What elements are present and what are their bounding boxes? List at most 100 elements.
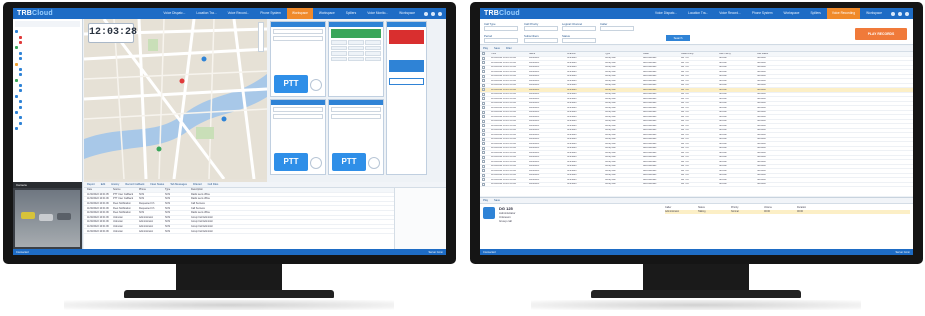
filter-input[interactable] — [484, 38, 518, 43]
filter-input[interactable] — [524, 26, 558, 31]
row-checkbox[interactable] — [482, 164, 485, 168]
nav-tab[interactable]: Workspace — [861, 8, 887, 19]
bell-icon[interactable] — [431, 11, 435, 16]
camera-feed-image[interactable] — [15, 190, 80, 247]
log-tool-button[interactable]: Cell Files — [208, 183, 219, 186]
volume-icon[interactable] — [310, 157, 322, 169]
call-tabs[interactable] — [389, 78, 424, 85]
log-tool-button[interactable]: Fleet Status — [150, 183, 164, 186]
log-tool-button[interactable]: Filtered — [193, 183, 202, 186]
filter-input[interactable] — [562, 26, 596, 31]
row-checkbox[interactable] — [482, 173, 485, 177]
map-view[interactable]: 12:03:28 — [84, 19, 267, 182]
row-checkbox[interactable] — [482, 56, 485, 60]
nav-tab[interactable]: Voice Record... — [223, 8, 255, 19]
row-checkbox[interactable] — [482, 137, 485, 141]
log-tool-button[interactable]: Record Callback — [125, 183, 144, 186]
nav-tab[interactable]: Workspace — [779, 8, 805, 19]
tree-toolbar[interactable] — [15, 21, 80, 27]
nav-tab[interactable]: Location Tra... — [683, 8, 713, 19]
tree-item[interactable] — [15, 126, 80, 131]
talkgroup-field[interactable] — [331, 107, 381, 112]
row-checkbox[interactable] — [482, 101, 485, 105]
row-checkbox[interactable] — [482, 146, 485, 150]
gear-icon[interactable] — [424, 11, 428, 16]
talkgroup-field[interactable] — [273, 29, 323, 34]
nav-tab[interactable]: Phone System — [747, 8, 778, 19]
map-zoom-controls[interactable] — [258, 22, 264, 52]
channel-field[interactable] — [331, 114, 381, 119]
volume-icon[interactable] — [368, 157, 380, 169]
ptt-button-2[interactable]: PTT — [274, 153, 308, 171]
row-checkbox[interactable] — [482, 79, 485, 83]
channel-field[interactable] — [273, 36, 323, 41]
ptt-button-3[interactable]: PTT — [332, 153, 366, 171]
search-button[interactable]: Search — [666, 35, 690, 41]
select-all-checkbox[interactable] — [482, 52, 485, 56]
grid-tool-button[interactable]: Play — [483, 47, 488, 50]
row-checkbox[interactable] — [482, 97, 485, 101]
user-icon[interactable] — [905, 11, 909, 16]
row-checkbox[interactable] — [482, 119, 485, 123]
row-checkbox[interactable] — [482, 133, 485, 137]
log-row[interactable]: 11/30/2022 10:01:06 PM Unknown Administrat… — [84, 229, 446, 234]
row-checkbox[interactable] — [482, 83, 485, 87]
row-checkbox[interactable] — [482, 124, 485, 128]
row-checkbox[interactable] — [482, 155, 485, 159]
row-checkbox[interactable] — [482, 115, 485, 119]
nav-tab[interactable]: Voice Recording — [826, 8, 861, 19]
row-checkbox[interactable] — [482, 142, 485, 146]
filter-input[interactable] — [484, 26, 518, 31]
row-checkbox[interactable] — [482, 88, 485, 92]
ptt-button-1[interactable]: PTT — [274, 75, 308, 93]
filter-input[interactable] — [524, 38, 558, 43]
recording-row[interactable]: 11/30/2022 10:29:15 AM 00000001 Unknown Gro… — [480, 182, 913, 187]
nav-tab[interactable]: Voice Dispatc... — [650, 8, 682, 19]
row-checkbox[interactable] — [482, 178, 485, 182]
bell-icon[interactable] — [898, 11, 902, 16]
log-tool-button[interactable]: Tab Messages — [170, 183, 187, 186]
row-checkbox[interactable] — [482, 65, 485, 69]
player-tool-button[interactable]: Save — [494, 199, 500, 202]
grid-tool-button[interactable]: Filter — [506, 47, 512, 50]
nav-tab[interactable]: Phone System — [255, 8, 286, 19]
user-icon[interactable] — [438, 11, 442, 16]
row-checkbox[interactable] — [482, 182, 485, 186]
nav-tab[interactable]: Voice Record... — [714, 8, 746, 19]
nav-tab[interactable]: Workspace — [314, 8, 340, 19]
participant-row[interactable]: Administrator Talking Normal 00:00 00:00 — [665, 209, 910, 214]
volume-icon[interactable] — [310, 79, 322, 91]
row-checkbox[interactable] — [482, 160, 485, 164]
log-tool-button[interactable]: History — [111, 183, 119, 186]
nav-tab[interactable]: Workspace — [394, 8, 420, 19]
row-checkbox[interactable] — [482, 70, 485, 74]
row-checkbox[interactable] — [482, 74, 485, 78]
row-checkbox[interactable] — [482, 128, 485, 132]
nav-tab[interactable]: Voice Dispatc... — [158, 8, 190, 19]
nav-tab[interactable]: Spillers — [341, 8, 361, 19]
call-button[interactable] — [331, 29, 381, 38]
player-tool-button[interactable]: Play — [483, 199, 488, 202]
active-call-row[interactable] — [389, 60, 424, 72]
nav-tab[interactable]: Location Tra... — [191, 8, 221, 19]
emergency-call-row[interactable] — [389, 30, 424, 44]
row-checkbox[interactable] — [482, 110, 485, 114]
gear-icon[interactable] — [891, 11, 895, 16]
nav-tab[interactable]: Voice Monito... — [362, 8, 393, 19]
talkgroup-field[interactable] — [273, 107, 323, 112]
dial-keypad[interactable] — [331, 40, 381, 61]
grid-tool-button[interactable]: Save — [494, 47, 500, 50]
filter-input[interactable] — [600, 26, 634, 31]
log-tool-button[interactable]: Report — [87, 183, 95, 186]
log-tool-button[interactable]: Edit — [101, 183, 105, 186]
row-checkbox[interactable] — [482, 106, 485, 110]
filter-input[interactable] — [562, 38, 596, 43]
row-checkbox[interactable] — [482, 151, 485, 155]
channel-field[interactable] — [273, 114, 323, 119]
nav-tab[interactable]: Spillers — [805, 8, 825, 19]
row-checkbox[interactable] — [482, 92, 485, 96]
play-records-button[interactable]: PLAY RECORDS — [855, 28, 907, 40]
row-checkbox[interactable] — [482, 61, 485, 65]
nav-tab[interactable]: Workspace — [286, 8, 313, 19]
row-checkbox[interactable] — [482, 169, 485, 173]
